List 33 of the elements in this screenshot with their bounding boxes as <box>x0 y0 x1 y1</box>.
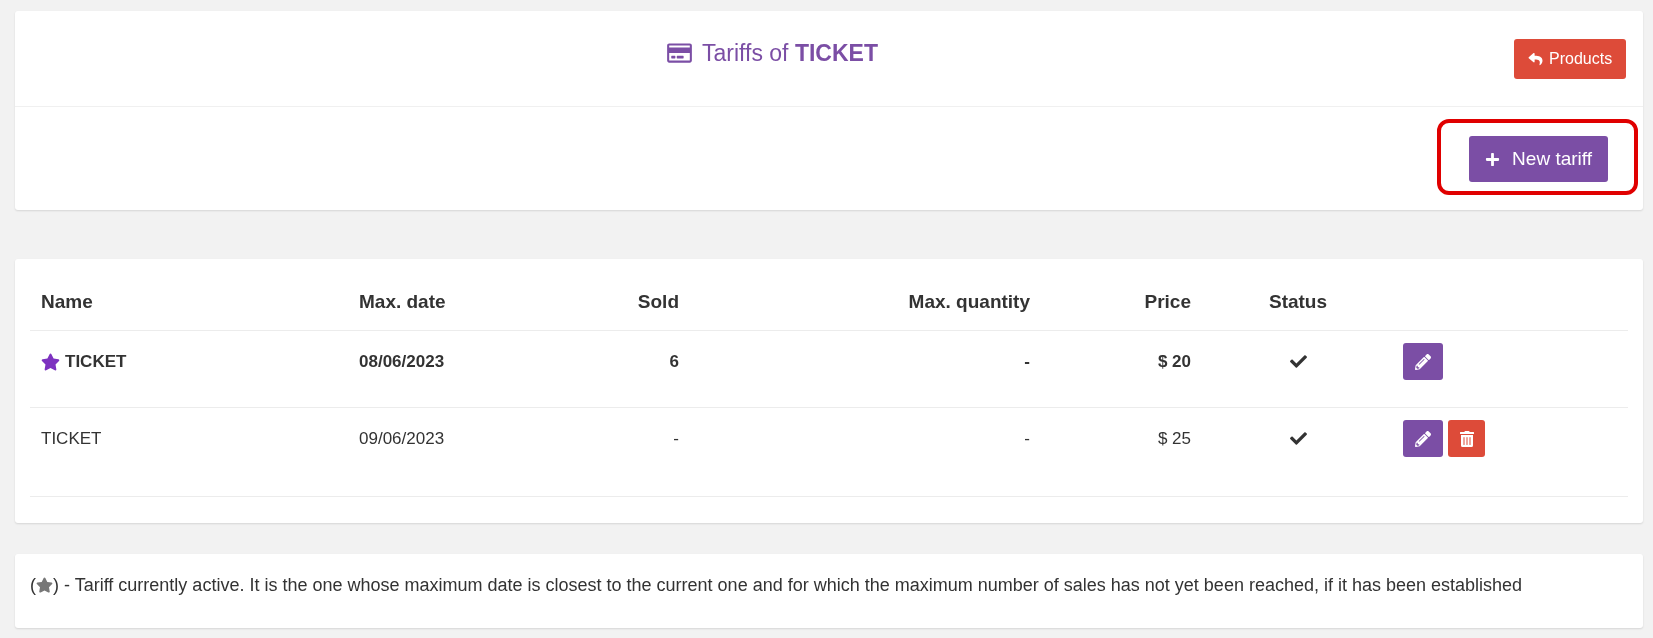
bracket-text: ) <box>53 574 59 597</box>
tariff-name: TICKET <box>41 427 102 450</box>
new-tariff-button[interactable]: New tariff <box>1469 136 1608 182</box>
column-header: Price <box>1144 290 1191 314</box>
tariff-name: TICKET <box>65 350 127 373</box>
edit-button[interactable] <box>1403 420 1443 457</box>
column-header: Sold <box>637 290 679 314</box>
sold-count: 6 <box>669 350 679 373</box>
column-header: Name <box>41 290 93 314</box>
max-quantity: - <box>1024 427 1030 450</box>
max-quantity: - <box>1024 350 1030 373</box>
star-icon <box>36 577 53 593</box>
column-header: Max. quantity <box>908 290 1030 314</box>
credit-card-icon <box>666 42 693 64</box>
max-date: 08/06/2023 <box>359 350 445 373</box>
pencil-icon <box>1415 430 1431 447</box>
column-header: Status <box>1268 290 1328 314</box>
page-title: Tariffs of TICKET <box>702 39 878 67</box>
reply-icon <box>1528 52 1543 66</box>
plus-icon <box>1485 151 1501 167</box>
edit-button[interactable] <box>1403 343 1443 380</box>
products-button[interactable]: Products <box>1514 39 1627 79</box>
price: $ 20 <box>1157 350 1191 373</box>
pencil-icon <box>1415 353 1431 370</box>
legend-text: - Tariff currently active. It is the one whose maximum date is closest to the current one and for which the maximum number of sales has not yet been reached, if it has been established <box>64 574 1523 597</box>
column-header: Max. date <box>359 290 446 314</box>
bracket-text: ( <box>30 574 36 597</box>
max-date: 09/06/2023 <box>359 427 445 450</box>
price: $ 25 <box>1157 427 1191 450</box>
trash-icon <box>1459 430 1474 447</box>
star-icon <box>41 352 60 371</box>
delete-button[interactable] <box>1448 420 1485 457</box>
sold-count: - <box>673 427 679 450</box>
